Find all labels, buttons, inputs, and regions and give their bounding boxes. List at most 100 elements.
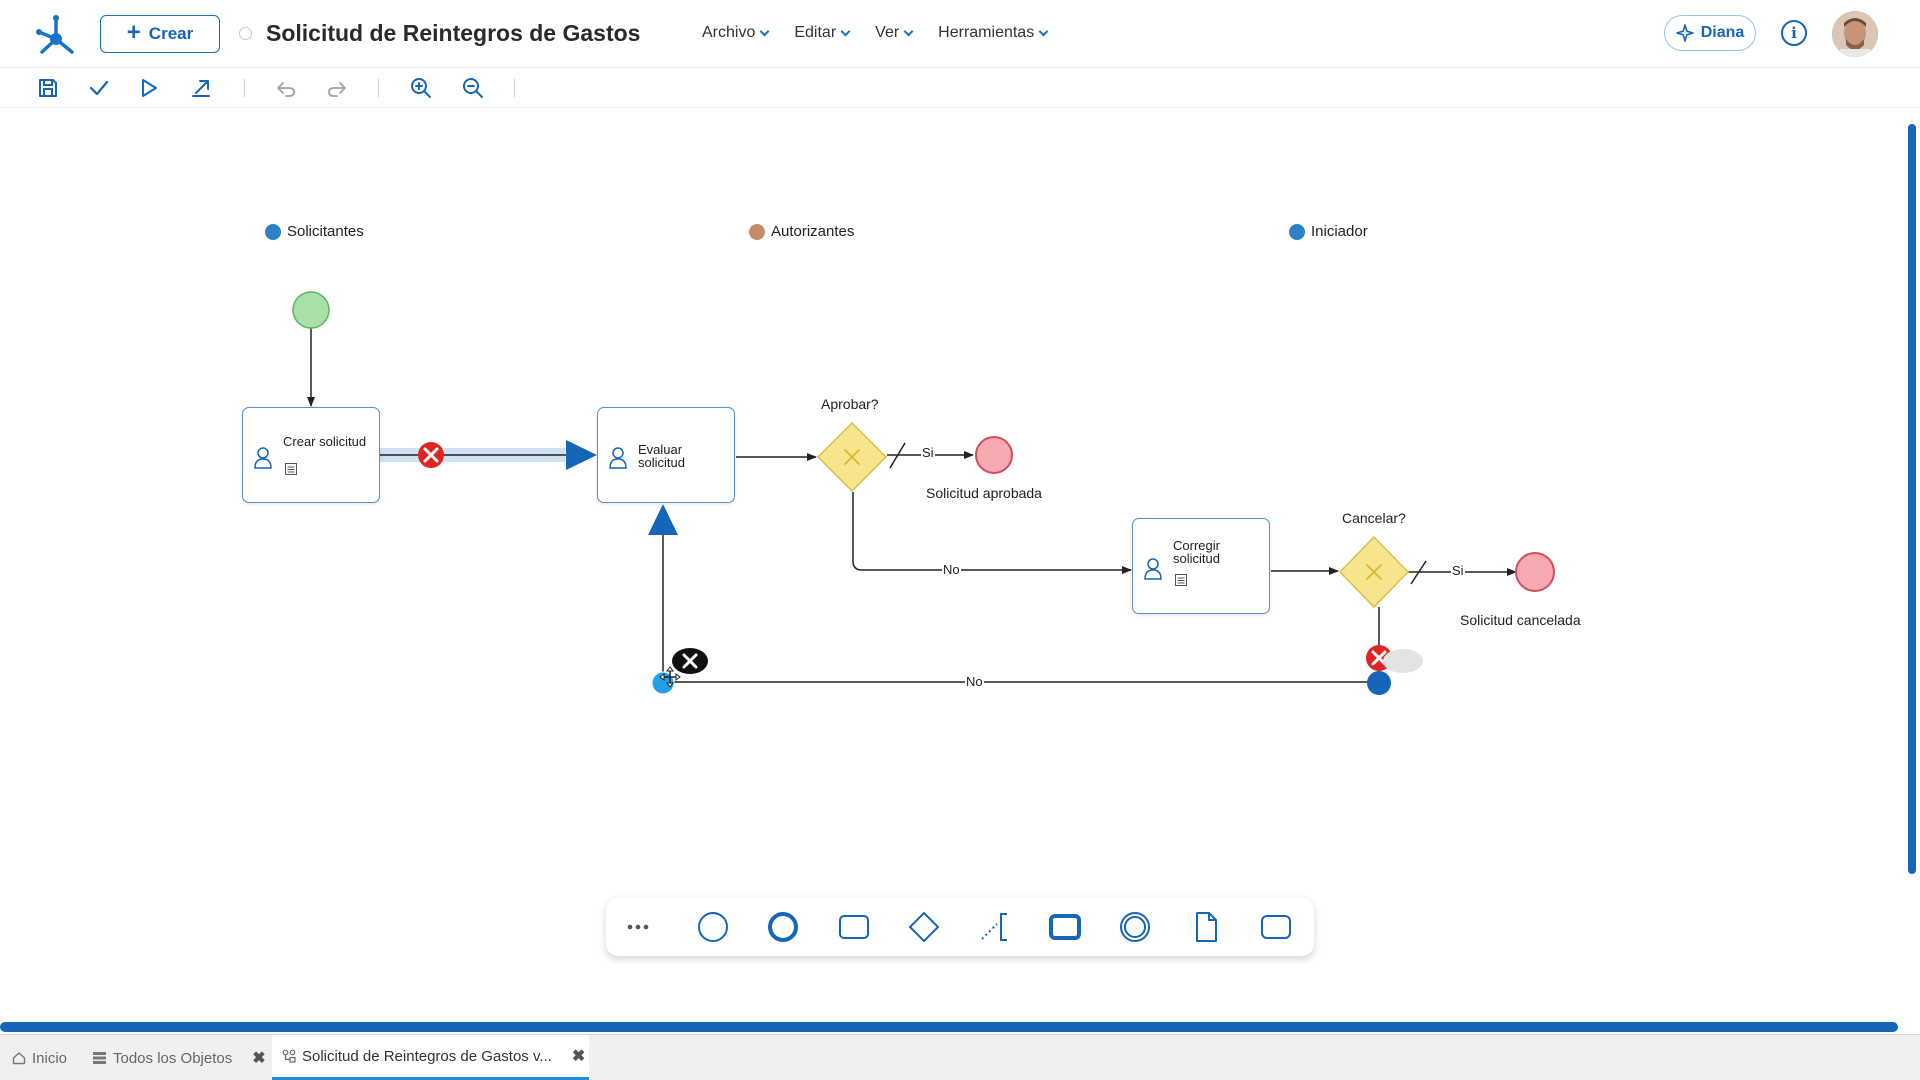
validate-button[interactable] [86,75,112,101]
lane-label: Solicitantes [287,223,364,240]
lane-solicitantes[interactable]: Solicitantes [265,223,364,240]
process-icon [282,1049,296,1063]
flow-label: Si [921,445,935,460]
zoom-out-icon [463,78,483,98]
flow-handle-arrow[interactable] [566,440,597,470]
redo-button[interactable] [324,75,350,101]
palette-end-event[interactable] [763,907,803,947]
avatar[interactable] [1832,11,1878,57]
end-event-icon [768,912,798,942]
plus-icon: + [126,19,141,46]
delete-flow-icon[interactable] [418,442,444,468]
gateway-cancel[interactable] [1338,535,1410,609]
more-icon [627,924,649,930]
palette-subprocess[interactable] [1045,907,1085,947]
task-label: Evaluar solicitud [638,442,685,470]
gateway-approve[interactable] [816,421,888,493]
horizontal-scrollbar[interactable] [0,1022,1898,1032]
vertical-scrollbar[interactable] [1908,124,1916,874]
redo-icon [328,82,346,97]
home-icon [12,1052,26,1065]
sparkle-icon [1675,24,1694,42]
intermediate-event-icon [1120,912,1150,942]
flow-handle-arrow[interactable] [648,504,678,535]
task-label: Corregir solicitud [1173,538,1220,566]
sequence-flow[interactable] [852,492,1132,574]
undo-button[interactable] [273,75,299,101]
chevron-down-icon [903,26,914,36]
chevron-down-icon [1038,26,1049,36]
palette-task[interactable] [834,907,874,947]
annotation-icon [981,913,1007,941]
close-icon[interactable]: ✖ [252,1048,265,1068]
start-event[interactable] [292,291,330,329]
lane-autorizantes[interactable]: Autorizantes [749,223,854,240]
tab-label: Todos los Objetos [113,1049,233,1067]
tab-solicitud-reintegros[interactable]: Solicitud de Reintegros de Gastos v... ✖ [272,1035,589,1080]
chevron-down-icon [759,26,770,36]
undo-icon [277,82,295,97]
group-icon [1261,915,1291,939]
palette-intermediate-event[interactable] [1115,907,1155,947]
palette-more[interactable] [618,907,658,947]
menu-label: Herramientas [938,24,1035,41]
zoom-out-button[interactable] [460,75,486,101]
flow-label: Si [1451,563,1465,578]
tab-todos-los-objetos[interactable]: Todos los Objetos ✖ [92,1035,266,1080]
task-crear-solicitud[interactable]: Crear solicitud [242,407,380,503]
page-title: Solicitud de Reintegros de Gastos [266,20,641,46]
chevron-down-icon [840,26,851,36]
diagram-canvas[interactable]: Solicitantes Autorizantes Iniciador Crea… [0,108,1920,1023]
gateway-label: Cancelar? [1342,510,1406,526]
assistant-label: Diana [1700,24,1745,41]
lane-label: Autorizantes [771,223,855,240]
user-task-icon [609,447,627,469]
group-icon [265,223,281,240]
play-icon [142,79,157,97]
menu-ver[interactable]: Ver [875,24,914,42]
main-menu: Archivo Editar Ver Herramientas [702,24,1049,42]
end-event-cancelled[interactable] [1515,552,1555,592]
flow-label: No [942,562,961,577]
menu-herramientas[interactable]: Herramientas [938,24,1049,42]
menu-archivo[interactable]: Archivo [702,24,770,42]
end-event-approved[interactable] [975,436,1013,474]
toolbar-divider [514,79,515,97]
task-corregir-solicitud[interactable]: Corregir solicitud [1132,518,1270,614]
palette-group[interactable] [1256,907,1296,947]
export-icon [192,80,210,97]
palette-annotation[interactable] [974,907,1014,947]
info-icon[interactable]: i [1781,20,1807,46]
assistant-button[interactable]: Diana [1664,15,1756,51]
app-logo-icon[interactable] [34,12,78,56]
task-label: Crear solicitud [283,434,367,449]
app-header: + Crear Solicitud de Reintegros de Gasto… [0,0,1920,68]
save-button[interactable] [35,75,61,101]
task-evaluar-solicitud[interactable]: Evaluar solicitud [597,407,735,503]
menu-editar[interactable]: Editar [794,24,851,42]
create-button-label: Crear [148,24,194,43]
toggle-handle[interactable] [1383,649,1423,673]
list-icon [93,1052,106,1064]
save-icon [39,79,57,97]
close-icon[interactable]: ✖ [572,1046,585,1066]
remove-waypoint-icon[interactable] [672,648,708,674]
menu-label: Archivo [702,24,756,41]
export-button[interactable] [188,75,214,101]
end-event-label: Solicitud cancelada [1460,612,1581,628]
bottom-tab-bar: Inicio Todos los Objetos ✖ Solicitud de … [0,1034,1920,1080]
lane-iniciador[interactable]: Iniciador [1289,223,1368,240]
tab-label: Solicitud de Reintegros de Gastos v... [302,1047,552,1065]
palette-gateway[interactable] [904,907,944,947]
menu-label: Editar [794,24,837,41]
zoom-in-button[interactable] [408,75,434,101]
waypoint-handle[interactable] [1367,671,1391,695]
user-task-icon [254,447,272,469]
palette-start-event[interactable] [693,907,733,947]
tab-inicio[interactable]: Inicio [12,1035,67,1080]
toolbar-divider [244,79,245,97]
form-icon [285,463,297,475]
create-button[interactable]: + Crear [100,15,220,53]
palette-data-object[interactable] [1186,907,1226,947]
run-button[interactable] [136,75,162,101]
